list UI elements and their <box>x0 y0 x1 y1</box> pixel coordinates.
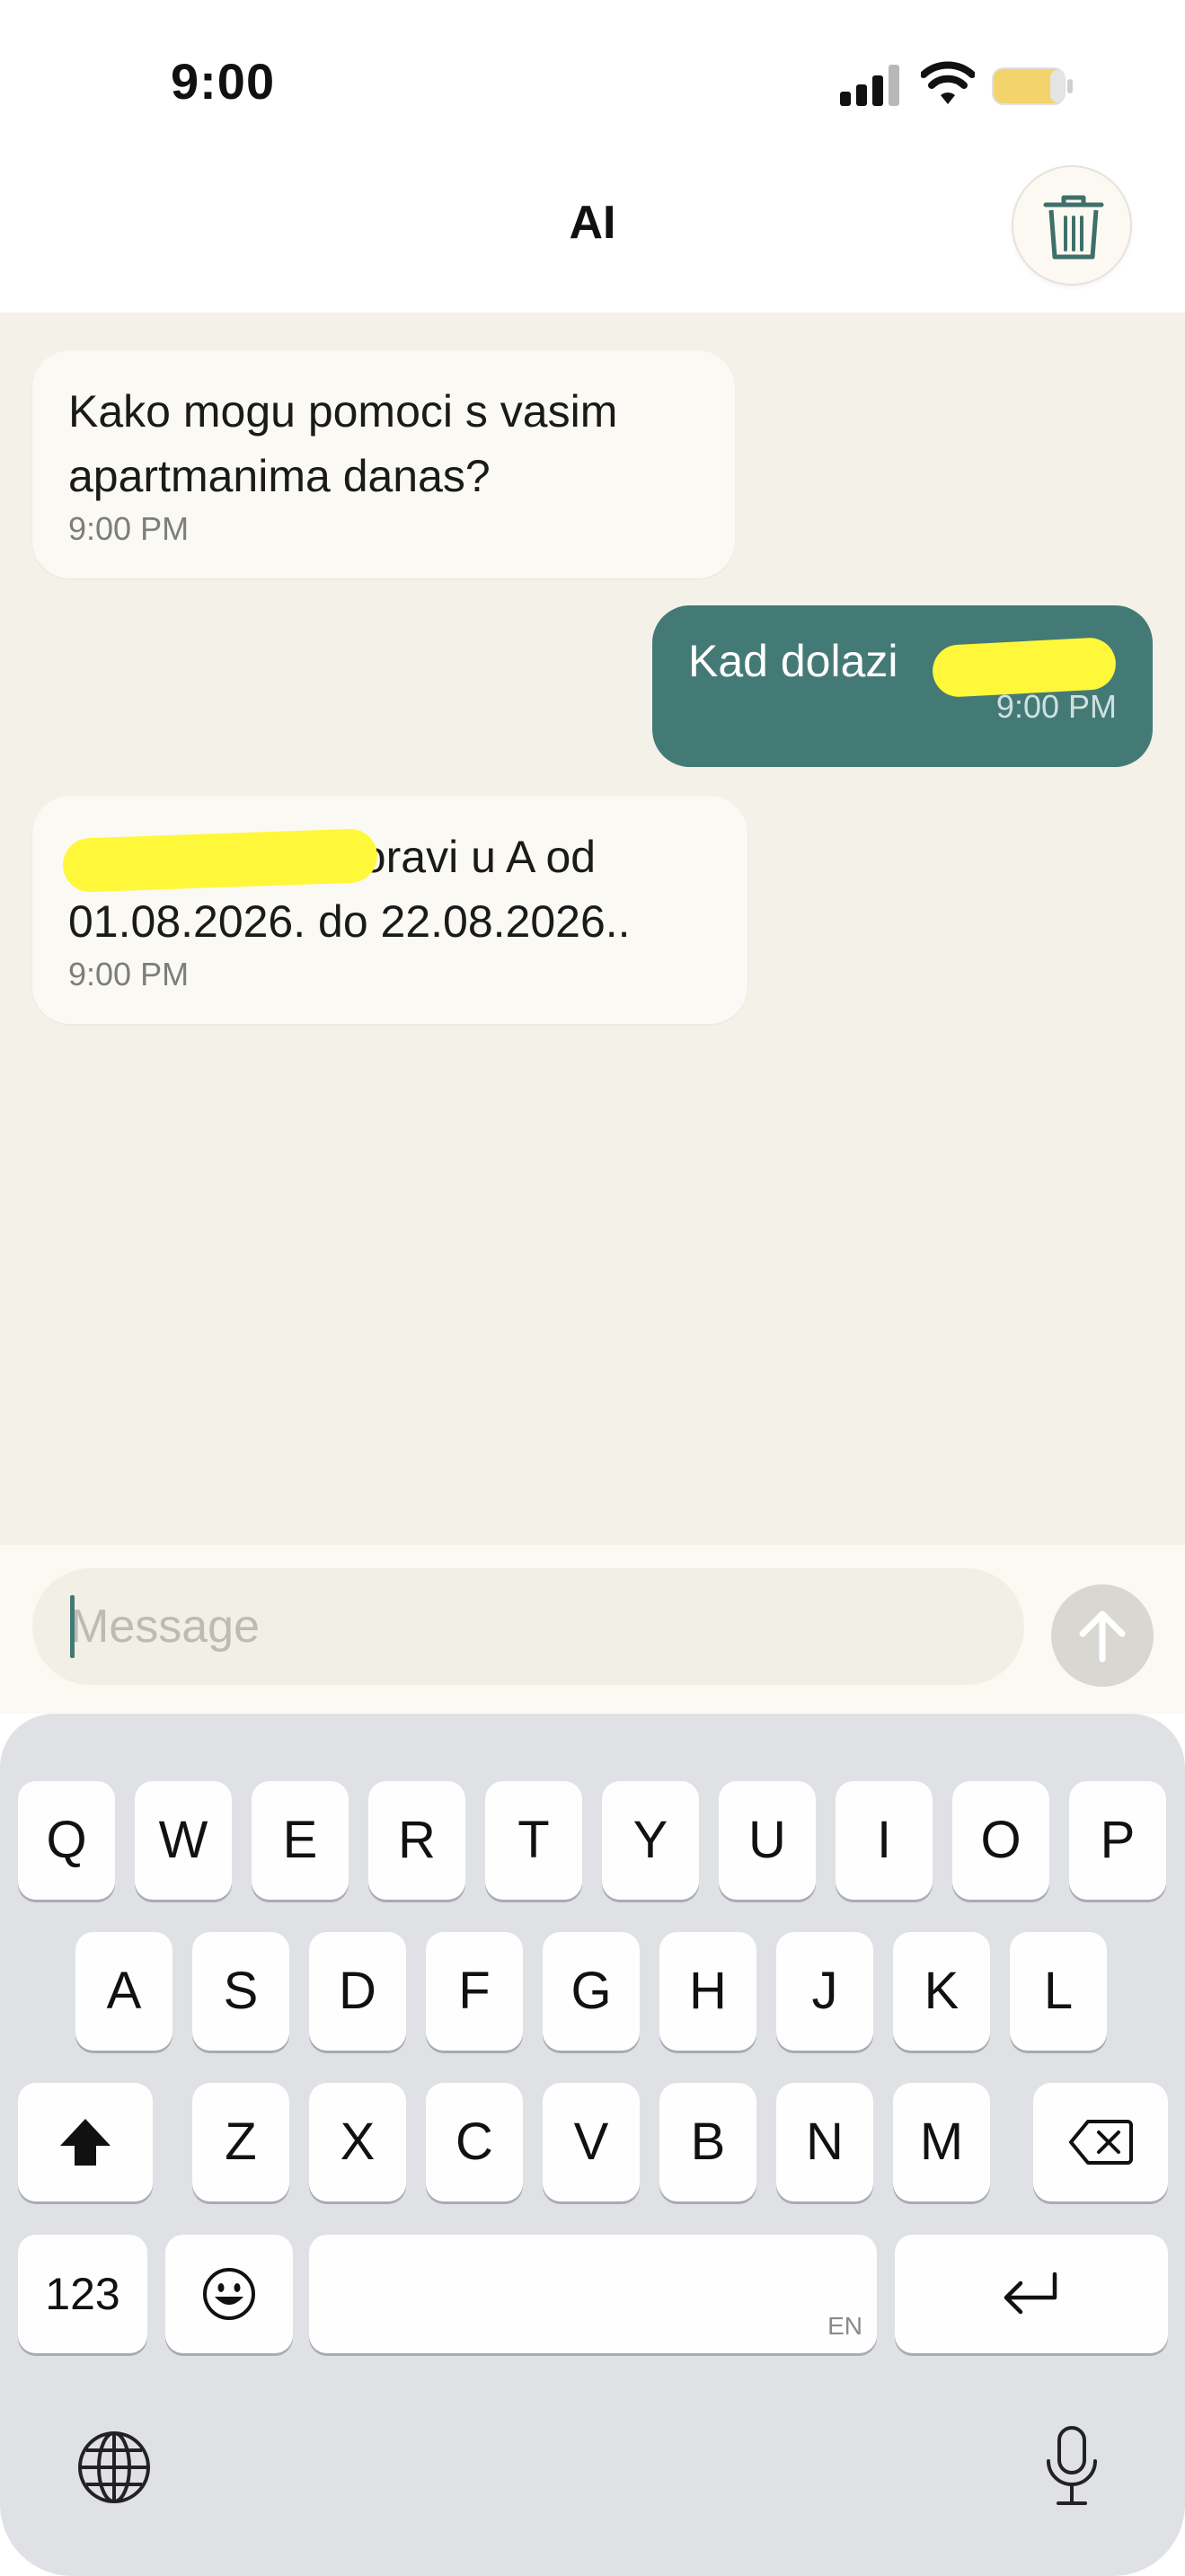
key-c[interactable]: C <box>426 2083 523 2201</box>
backspace-key[interactable] <box>1033 2083 1168 2201</box>
key-j[interactable]: J <box>776 1932 873 2051</box>
message-time: 9:00 PM <box>995 688 1117 725</box>
return-key[interactable] <box>895 2235 1168 2353</box>
on-screen-keyboard: Q W E R T Y U I O P A S D F G H J K L Z … <box>0 1714 1185 2576</box>
key-b[interactable]: B <box>659 2083 756 2201</box>
message-time: 9:00 PM <box>68 956 190 992</box>
key-a[interactable]: A <box>75 1932 172 2051</box>
arrow-up-icon <box>1079 1610 1126 1663</box>
message-text-line: 01.08.2026. do 22.08.2026.. <box>68 896 631 947</box>
globe-icon[interactable] <box>75 2429 153 2506</box>
text-cursor <box>70 1595 75 1658</box>
shift-key[interactable] <box>18 2083 153 2201</box>
key-e[interactable]: E <box>252 1781 349 1900</box>
message-bubble-assistant: boravi u A od 01.08.2026. do 22.08.2026.… <box>32 796 747 1024</box>
message-bubble-user: Kad dolazi 9:00 PM <box>652 605 1153 767</box>
key-q[interactable]: Q <box>18 1781 115 1900</box>
key-r[interactable]: R <box>368 1781 465 1900</box>
battery-icon <box>992 67 1073 105</box>
key-f[interactable]: F <box>426 1932 523 2051</box>
message-time: 9:00 PM <box>68 510 190 547</box>
key-z[interactable]: Z <box>192 2083 289 2201</box>
key-p[interactable]: P <box>1069 1781 1166 1900</box>
status-time: 9:00 <box>171 53 276 110</box>
space-key[interactable]: EN <box>309 2235 877 2353</box>
key-t[interactable]: T <box>485 1781 582 1900</box>
key-u[interactable]: U <box>719 1781 816 1900</box>
numbers-key[interactable]: 123 <box>18 2235 147 2353</box>
message-text: Kako mogu pomoci s vasim apartmanima dan… <box>68 386 618 501</box>
key-l[interactable]: L <box>1010 1932 1107 2051</box>
redaction-mark <box>62 827 378 894</box>
keyboard-language-label: EN <box>827 2312 862 2340</box>
key-n[interactable]: N <box>776 2083 873 2201</box>
key-h[interactable]: H <box>659 1932 756 2051</box>
key-m[interactable]: M <box>893 2083 990 2201</box>
key-g[interactable]: G <box>543 1932 640 2051</box>
key-o[interactable]: O <box>952 1781 1049 1900</box>
message-input[interactable] <box>32 1568 1024 1685</box>
key-s[interactable]: S <box>192 1932 289 2051</box>
backspace-icon <box>1069 2120 1133 2165</box>
key-v[interactable]: V <box>543 2083 640 2201</box>
key-x[interactable]: X <box>309 2083 406 2201</box>
return-arrow-icon <box>1004 2272 1057 2315</box>
message-bubble-assistant: Kako mogu pomoci s vasim apartmanima dan… <box>32 350 735 578</box>
chat-title: AI <box>569 197 616 249</box>
microphone-icon[interactable] <box>1044 2425 1100 2508</box>
trash-icon <box>1043 195 1104 260</box>
key-i[interactable]: I <box>836 1781 933 1900</box>
emoji-icon <box>203 2268 255 2320</box>
send-button[interactable] <box>1051 1584 1154 1687</box>
message-text: Kad dolazi <box>688 636 898 686</box>
wifi-icon <box>921 61 975 104</box>
key-y[interactable]: Y <box>602 1781 699 1900</box>
key-d[interactable]: D <box>309 1932 406 2051</box>
redaction-mark <box>931 636 1118 699</box>
key-w[interactable]: W <box>135 1781 232 1900</box>
key-k[interactable]: K <box>893 1932 990 2051</box>
clear-chat-button[interactable] <box>1012 165 1132 286</box>
emoji-key[interactable] <box>165 2235 293 2353</box>
shift-arrow-icon <box>60 2119 111 2166</box>
cellular-signal-icon <box>840 65 899 106</box>
